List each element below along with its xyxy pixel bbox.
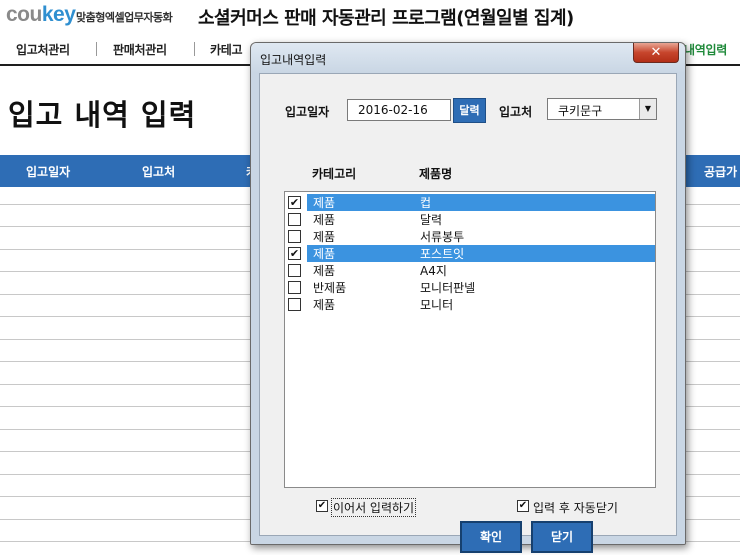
dialog-frame: 입고내역입력 ✕ 입고일자 2016-02-16 달력 입고처 쿠키문구 ▼ 카… [251,43,685,553]
list-item[interactable]: 반제품 모니터판넬 [285,279,655,296]
selection-highlight [307,194,655,211]
item-checkbox[interactable] [288,230,301,243]
item-checkbox[interactable] [288,281,301,294]
dialog-title: 입고내역입력 [260,53,327,67]
item-checkbox[interactable]: ✔ [288,196,301,209]
item-checkbox[interactable]: ✔ [288,247,301,260]
receiving-entry-dialog: 입고내역입력 ✕ 입고일자 2016-02-16 달력 입고처 쿠키문구 ▼ 카… [250,42,686,553]
item-category: 제품 [313,196,336,210]
item-product: A4지 [420,264,447,278]
close-icon[interactable]: ✕ [633,43,679,63]
item-category: 제품 [313,213,336,227]
item-category: 제품 [313,298,336,312]
list-item[interactable]: 제품 서류봉투 [285,228,655,245]
coukey-logo: coukey [6,3,76,27]
list-item[interactable]: 제품 모니터 [285,296,655,313]
list-item[interactable]: 제품 달력 [285,211,655,228]
item-category: 제품 [313,264,336,278]
logo-subtitle: 맞춤형엑셀업무자동화 [76,11,173,24]
item-checkbox[interactable] [288,213,301,226]
auto-close-check[interactable]: ✔ [517,500,529,512]
confirm-button[interactable]: 확인 [460,521,522,553]
category-column-header: 카테고리 [312,167,357,181]
item-product: 달력 [420,213,443,227]
vendor-label: 입고처 [499,105,533,119]
item-category: 반제품 [313,281,347,295]
app-title: 소셜커머스 판매 자동관리 프로그램(연월일별 집계) [198,8,574,29]
product-column-header: 제품명 [419,167,453,181]
continue-input-label: 이어서 입력하기 [330,498,417,517]
item-product: 서류봉투 [420,230,465,244]
auto-close-label: 입력 후 자동닫기 [533,501,618,515]
app-header: coukey 맞춤형엑셀업무자동화 소셜커머스 판매 자동관리 프로그램(연월일… [0,0,740,34]
list-item[interactable]: ✔ 제품 컵 [285,194,655,211]
logo-text-key: key [41,3,76,26]
list-item[interactable]: ✔ 제품 포스트잇 [285,245,655,262]
menu-item-category[interactable]: 카테고 [210,41,243,58]
menu-item-seller-management[interactable]: 판매처관리 [113,41,167,58]
item-category: 제품 [313,230,336,244]
item-product: 포스트잇 [420,247,465,261]
page-title: 입고 내역 입력 [8,98,197,132]
list-item[interactable]: 제품 A4지 [285,262,655,279]
close-button[interactable]: 닫기 [531,521,593,553]
menu-separator [96,42,97,56]
item-checkbox[interactable] [288,264,301,277]
calendar-button[interactable]: 달력 [453,98,486,123]
continue-input-check[interactable]: ✔ [316,500,328,512]
logo-text-cou: cou [6,3,42,26]
vendor-select[interactable]: 쿠키문구 ▼ [547,98,657,120]
menu-separator [194,42,195,56]
chevron-down-icon[interactable]: ▼ [639,99,656,119]
column-header-vendor: 입고처 [142,165,176,179]
selection-highlight [307,245,655,262]
menu-item-receiving-entry[interactable]: 내역입력 [684,41,727,58]
vendor-select-value: 쿠키문구 [558,104,603,118]
date-input[interactable]: 2016-02-16 [347,99,451,121]
item-product: 컵 [420,196,432,210]
dialog-body: 입고일자 2016-02-16 달력 입고처 쿠키문구 ▼ 카테고리 제품명 ✔… [259,73,677,553]
item-product: 모니터판넬 [420,281,476,295]
item-category: 제품 [313,247,336,261]
item-checkbox[interactable] [288,298,301,311]
column-header-date: 입고일자 [26,165,71,179]
date-label: 입고일자 [285,105,330,119]
item-product: 모니터 [420,298,454,312]
menu-item-vendor-management[interactable]: 입고처관리 [16,41,70,58]
column-header-supply-price: 공급가 [704,165,738,179]
product-listbox[interactable]: ✔ 제품 컵 제품 달력 제품 서류봉투 ✔ 제품 포스트잇 제품 A4지 반제… [284,191,656,488]
